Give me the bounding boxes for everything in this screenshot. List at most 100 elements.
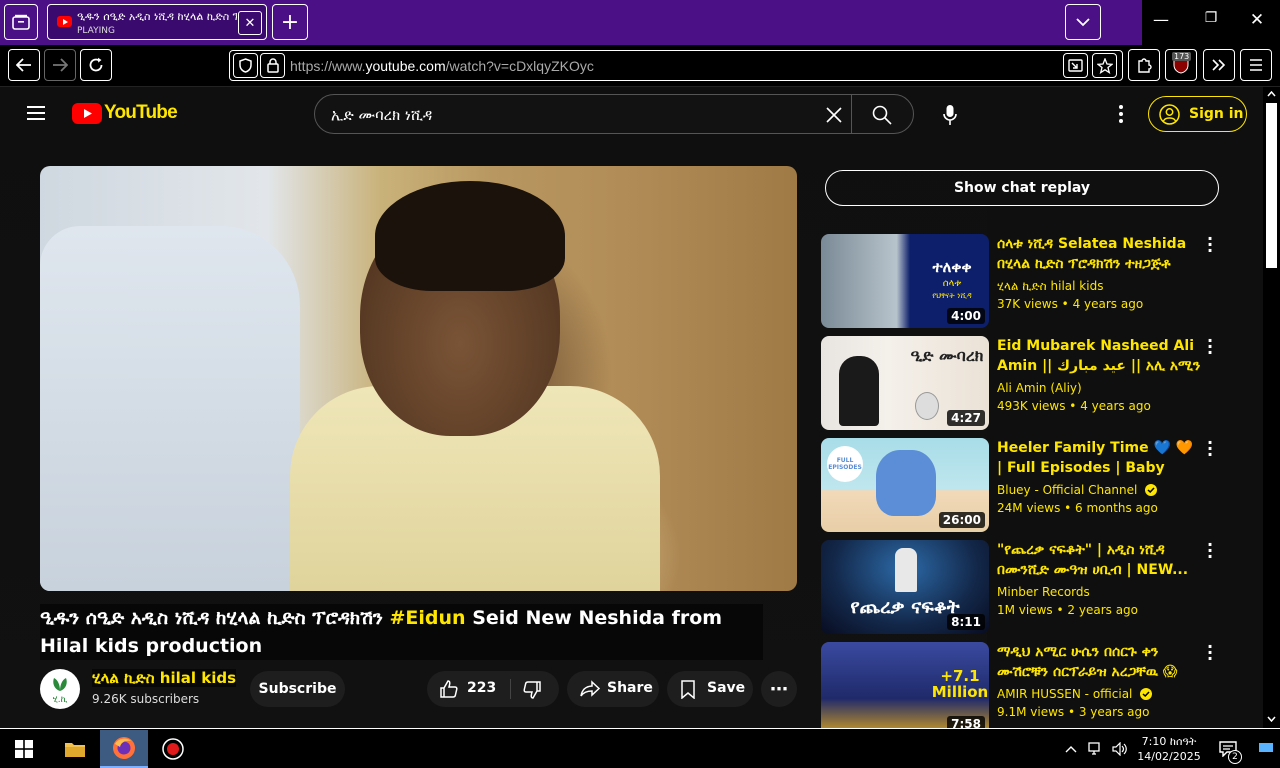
picture-in-picture-button[interactable] [1063,53,1088,78]
video-player[interactable] [40,166,797,591]
more-actions-button[interactable]: ⋯ [761,671,797,707]
page-scrollbar[interactable] [1263,87,1280,728]
app-menu-button[interactable] [1240,49,1272,81]
microphone-icon[interactable] [943,104,957,126]
subscribe-button[interactable]: Subscribe [250,671,345,707]
recommendation-meta: 24M views • 6 months ago [997,501,1158,515]
extensions-button[interactable] [1128,49,1160,81]
recommendation-title[interactable]: Eid Mubarek Nasheed Ali Amin || عيد مبار… [997,336,1202,376]
recommendation-channel[interactable]: Bluey - Official Channel [997,483,1158,497]
recommendation-channel[interactable]: AMIR HUSSEN - official [997,687,1153,701]
tab-close-icon[interactable]: ✕ [238,11,262,35]
recommendation-item[interactable]: የጨረቃ ናፍቆት 8:11 "የጨረቃ ናፍቆት" | አዲስ ነሺዳ በሙን… [821,537,1221,634]
recommendation-more-icon[interactable]: · · · [1205,435,1215,463]
shield-icon [239,58,252,73]
forward-button[interactable] [44,49,76,81]
share-label: Share [607,680,653,696]
ublock-extension-button[interactable]: 173 [1165,49,1197,81]
share-button[interactable]: Share [567,671,659,707]
scroll-down-icon[interactable] [1267,716,1276,722]
youtube-logo-text: YouTube [104,102,178,123]
search-icon[interactable] [872,105,892,125]
recommendation-channel[interactable]: ሂላል ኪድስ hilal kids [997,279,1103,294]
overflow-menu-button[interactable] [1203,49,1235,81]
active-tab[interactable]: ዒዱን ሰዒድ አዲስ ነሺዳ ከሂላል ኪድስ ፕሮዳክሽን PLAYING … [47,4,267,40]
avatar-text: ሂ.ኪ [52,695,68,705]
save-button[interactable]: Save [667,671,753,707]
restore-button[interactable]: ❐ [1196,10,1226,34]
show-hidden-icons-button[interactable] [1059,730,1083,768]
thumbnail-person [839,356,879,426]
recommendation-thumbnail[interactable]: ዒድ ሙባረክ 4:27 [821,336,989,430]
tracking-protection-button[interactable] [233,53,258,78]
recommendation-thumbnail[interactable]: ተለቀቀ ሰላቱ የህፃናት ነሺዳ 4:00 [821,234,989,328]
list-all-tabs-button[interactable] [1065,4,1101,40]
star-icon [1096,57,1113,74]
recommendation-item[interactable]: FULL EPISODES 26:00 Heeler Family Time 💙… [821,435,1221,532]
windows-taskbar: 7:10 ከሰዓት 14/02/2025 2 [0,728,1280,768]
url-text[interactable]: https://www.youtube.com/watch?v=cDxlqyZK… [290,58,594,74]
thumbs-down-icon[interactable] [522,680,542,700]
start-button[interactable] [0,730,48,768]
recommendation-item[interactable]: ተለቀቀ ሰላቱ የህፃናት ነሺዳ 4:00 ሰላቱ ነሺዳ Selatea … [821,231,1221,328]
recommendation-more-icon[interactable]: · · · [1205,333,1215,361]
recommendation-more-icon[interactable]: · · · [1205,231,1215,259]
recommendation-title[interactable]: ማዲህ አሚር ሁሴን በሰርጉ ቀን ሙሽሮቹን ሰርፕራይዝ አረጋቸዉ 😱… [997,642,1202,682]
recommendation-title[interactable]: ሰላቱ ነሺዳ Selatea Neshida በሂላል ኪድስ ፕሮዳክሽን … [997,234,1202,274]
search-box[interactable]: ኢድ ሙባረክ ነሺዳ [314,94,914,134]
guide-menu-icon[interactable] [27,102,45,124]
recommendation-thumbnail[interactable]: FULL EPISODES 26:00 [821,438,989,532]
back-button[interactable] [8,49,40,81]
folder-icon [65,743,85,757]
video-frame-hair [375,181,565,291]
thumbs-up-icon[interactable] [439,679,459,699]
recommendation-thumbnail[interactable]: +7.1 Million 7:58 [821,642,989,728]
recommendation-thumbnail[interactable]: የጨረቃ ናፍቆት 8:11 [821,540,989,634]
sign-in-button[interactable]: Sign in [1148,96,1247,132]
search-input[interactable]: ኢድ ሙባረክ ነሺዳ [331,106,432,124]
reload-button[interactable] [80,49,112,81]
recommendation-title[interactable]: "የጨረቃ ናፍቆት" | አዲስ ነሺዳ በሙንሺድ ሙዓዝ ሀቢብ | NE… [997,540,1202,580]
ublock-badge: 173 [1172,52,1192,61]
recommendation-channel[interactable]: Ali Amin (Aliy) [997,381,1082,395]
recommendation-more-icon[interactable]: · · · [1205,537,1215,565]
channel-avatar[interactable]: ሂ.ኪ [40,669,80,709]
channel-name[interactable]: ሂላል ኪድስ hilal kids [92,669,237,687]
recommendation-title[interactable]: Heeler Family Time 💙 🧡 | Full Episodes |… [997,438,1202,478]
thumbnail-singer [895,548,917,592]
window-close-button[interactable]: ✕ [1242,10,1272,34]
show-chat-replay-button[interactable]: Show chat replay [825,170,1219,206]
recommendation-meta: 1M views • 2 years ago [997,603,1139,617]
duration-badge: 26:00 [938,512,985,528]
network-tray-button[interactable] [1085,730,1107,768]
title-hashtag-link[interactable]: #Eidun [390,607,466,629]
account-icon [1159,104,1180,125]
youtube-logo[interactable]: YouTube [72,102,178,124]
volume-tray-button[interactable] [1109,730,1131,768]
tab-title: ዒዱን ሰዒድ አዲስ ነሺዳ ከሂላል ኪድስ ፕሮዳክሽን [77,10,237,23]
clock-tray-button[interactable]: 7:10 ከሰዓት 14/02/2025 [1133,730,1205,768]
action-center-button[interactable]: 2 [1212,730,1244,768]
minimize-button[interactable]: — [1146,10,1176,34]
recommendation-item[interactable]: +7.1 Million 7:58 ማዲህ አሚር ሁሴን በሰርጉ ቀን ሙሽ… [821,639,1221,728]
scroll-up-icon[interactable] [1267,91,1276,97]
recommendation-item[interactable]: ዒድ ሙባረክ 4:27 Eid Mubarek Nasheed Ali Ami… [821,333,1221,430]
settings-more-icon[interactable] [1119,105,1123,123]
search-divider [851,95,852,133]
scrollbar-thumb[interactable] [1266,103,1277,268]
notification-count-badge: 2 [1228,750,1242,764]
firefox-taskbar-button[interactable] [100,730,148,768]
new-tab-button[interactable]: + [272,4,308,40]
clear-search-icon[interactable] [825,106,843,124]
tab-overview-button[interactable] [4,4,38,40]
verified-badge-icon [1140,688,1153,700]
bookmark-button[interactable] [1092,53,1117,78]
youtube-page: YouTube ኢድ ሙባረክ ነሺዳ Sign in ዒዱን ሰዒድ አዲስ … [0,87,1263,728]
address-bar[interactable]: https://www.youtube.com/watch?v=cDxlqyZK… [229,50,1123,81]
file-explorer-taskbar-button[interactable] [52,730,98,768]
recommendation-channel[interactable]: Minber Records [997,585,1090,599]
show-desktop-button[interactable] [1254,730,1278,768]
screen-recorder-taskbar-button[interactable] [150,730,196,768]
site-info-button[interactable] [260,53,285,78]
recommendation-more-icon[interactable]: · · · [1205,639,1215,667]
